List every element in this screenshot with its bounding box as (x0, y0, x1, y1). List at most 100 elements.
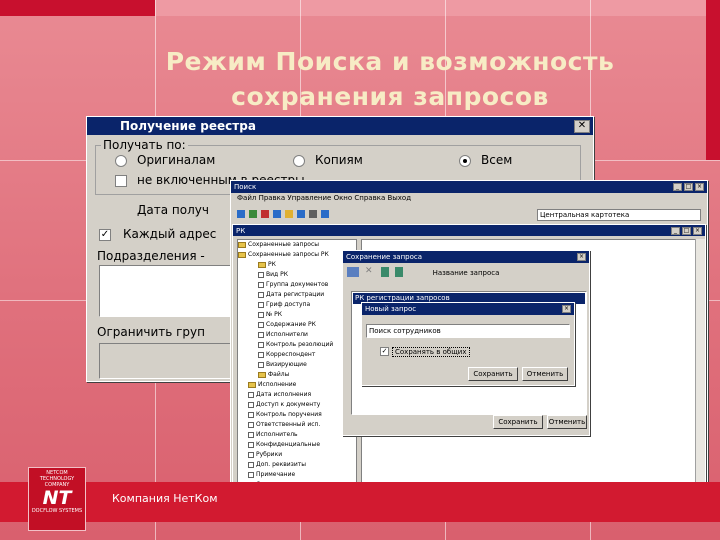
presentation-slide: Режим Поиска и возможность сохранения за… (0, 0, 720, 540)
close-button[interactable]: × (562, 305, 571, 313)
close-button[interactable]: ✕ (574, 119, 590, 133)
checkbox-icon[interactable] (258, 341, 264, 348)
tree-item[interactable]: Вид РК (238, 270, 356, 280)
all-radio[interactable] (459, 155, 471, 167)
run-tool-icon[interactable] (273, 210, 281, 218)
originals-radio[interactable] (115, 155, 127, 167)
minimize-button[interactable]: _ (673, 183, 682, 191)
tree-item[interactable]: Доп. реквизиты (238, 460, 356, 470)
save-common-checkbox[interactable]: ✓ (380, 347, 389, 356)
tree-item-label: Дата исполнения (256, 391, 312, 398)
checkbox-icon[interactable] (248, 401, 254, 408)
delete-tool-icon[interactable] (261, 210, 269, 218)
tree-item-label: Исполнитель (256, 431, 298, 438)
tree-item-label: РК (268, 261, 276, 268)
save-button[interactable]: Сохранить (493, 415, 543, 429)
folder-icon[interactable] (238, 251, 246, 258)
tree-item[interactable]: Контроль поручения (238, 410, 356, 420)
tree-item[interactable]: РК (238, 260, 356, 270)
cancel-button[interactable]: Отменить (522, 367, 568, 381)
limit-group-label: Ограничить груп (97, 325, 205, 339)
tree-item[interactable]: № РК (238, 310, 356, 320)
search-title-bar: Поиск _ □ × (231, 181, 707, 193)
checkbox-icon[interactable] (248, 411, 254, 418)
checkbox-icon[interactable] (248, 441, 254, 448)
search-menu-bar[interactable]: Файл Правка Управление Окно Справка Выхо… (237, 194, 411, 202)
rk-tree[interactable]: Сохраненные запросы Сохраненные запросы Р… (237, 239, 357, 487)
tree-item[interactable]: Группа документов (238, 280, 356, 290)
query-name-heading: Название запроса (432, 269, 500, 277)
checkbox-icon[interactable] (248, 471, 254, 478)
tree-item-label: Контроль резолюций (266, 341, 334, 348)
checkbox-icon[interactable] (258, 281, 264, 288)
tree-item[interactable]: Корреспондент (238, 350, 356, 360)
tree-item[interactable]: Гриф доступа (238, 300, 356, 310)
each-addressee-checkbox[interactable]: ✓ (99, 229, 111, 241)
save-button[interactable]: Сохранить (468, 367, 518, 381)
tree-item[interactable]: Доступ к документу (238, 400, 356, 410)
tree-item[interactable]: Ответственный исп. (238, 420, 356, 430)
checkbox-icon[interactable] (258, 361, 264, 368)
logo-bottom-text: DOCFLOW SYSTEMS (31, 508, 83, 514)
folder-icon[interactable] (258, 371, 266, 378)
checkbox-icon[interactable] (258, 271, 264, 278)
originals-label: Оригиналам (137, 153, 216, 167)
close-button[interactable]: × (695, 183, 704, 191)
search-title: Поиск (234, 183, 257, 191)
checkbox-icon[interactable] (258, 291, 264, 298)
rk-title: РК (236, 226, 246, 235)
checkbox-icon[interactable] (248, 421, 254, 428)
folder-icon[interactable] (248, 381, 256, 388)
tree-item[interactable]: Контроль резолюций (238, 340, 356, 350)
title-line-1: Режим Поиска и возможность (165, 47, 615, 76)
tree-item[interactable]: Содержание РК (238, 320, 356, 330)
tree-item[interactable]: Примечание (238, 470, 356, 480)
checkbox-icon[interactable] (258, 331, 264, 338)
tree-item[interactable]: Исполнитель (238, 430, 356, 440)
vertical-scrollbar[interactable] (695, 239, 705, 487)
folder-icon[interactable] (238, 241, 246, 248)
tree-item[interactable]: Дата регистрации (238, 290, 356, 300)
tree-item[interactable]: Исполнители (238, 330, 356, 340)
filter-tool-icon[interactable] (321, 210, 329, 218)
tree-item[interactable]: Сохраненные запросы (238, 240, 356, 250)
limit-group-field[interactable] (99, 343, 239, 379)
close-button[interactable]: × (693, 226, 702, 235)
save-tool-icon[interactable] (297, 210, 305, 218)
maximize-button[interactable]: □ (682, 226, 691, 235)
tree-item[interactable]: Сохраненные запросы РК (238, 250, 356, 260)
minimize-button[interactable]: _ (671, 226, 680, 235)
tree-item[interactable]: Рубрики (238, 450, 356, 460)
print-tool-icon[interactable] (309, 210, 317, 218)
tree-item[interactable]: Конфиденциальные (238, 440, 356, 450)
checkbox-icon[interactable] (258, 351, 264, 358)
tree-item[interactable]: Исполнение (238, 380, 356, 390)
divisions-list[interactable] (99, 265, 239, 317)
card-index-select[interactable]: Центральная картотека (537, 209, 701, 221)
checkbox-icon[interactable] (248, 391, 254, 398)
folder-icon[interactable] (258, 261, 266, 268)
cancel-button[interactable]: Отменить (547, 415, 587, 429)
checkbox-icon[interactable] (248, 431, 254, 438)
tree-item[interactable]: Дата исполнения (238, 390, 356, 400)
tree-item-label: Сохраненные запросы (248, 241, 319, 248)
title-line-2: сохранения запросов (231, 82, 549, 111)
tree-tool-icon[interactable] (249, 210, 257, 218)
copies-radio[interactable] (293, 155, 305, 167)
close-button[interactable]: × (577, 253, 586, 261)
query-name-input[interactable]: Поиск сотрудников (366, 324, 570, 338)
each-addressee-label: Каждый адрес (123, 227, 217, 241)
checkbox-icon[interactable] (258, 311, 264, 318)
search-tool-icon[interactable] (237, 210, 245, 218)
tree-item[interactable]: Файлы (238, 370, 356, 380)
tree-item[interactable]: Визирующие (238, 360, 356, 370)
save-dialog-title-bar: Сохранение запроса × (343, 251, 589, 263)
maximize-button[interactable]: □ (684, 183, 693, 191)
tree-item-label: Содержание РК (266, 321, 316, 328)
checkbox-icon[interactable] (248, 451, 254, 458)
checkbox-icon[interactable] (258, 301, 264, 308)
not-included-checkbox[interactable] (115, 175, 127, 187)
checkbox-icon[interactable] (248, 461, 254, 468)
checkbox-icon[interactable] (258, 321, 264, 328)
folder-tool-icon[interactable] (285, 210, 293, 218)
